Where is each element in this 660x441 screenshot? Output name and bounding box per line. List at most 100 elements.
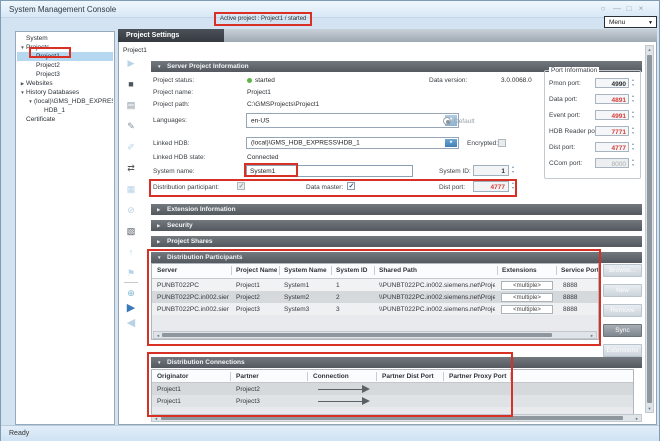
tree-item-history-databases[interactable]: ▼History Databases — [17, 88, 113, 97]
extensions-cell[interactable]: <multiple> — [501, 281, 553, 290]
erase-project-icon[interactable]: ✐ — [122, 141, 140, 154]
data-port-field[interactable]: 4891 — [595, 94, 629, 104]
sync-button[interactable]: Sync — [603, 324, 642, 337]
linked-hdb-dropdown[interactable]: (local)\GMS_HDB_EXPRESS\HDB_1 ▼ — [246, 137, 459, 149]
scroll-right-icon[interactable]: ► — [634, 415, 640, 422]
browse-button[interactable]: Browse... — [603, 264, 642, 277]
scrollbar-thumb[interactable] — [647, 55, 652, 403]
tree-item-projects[interactable]: ▼Projects — [17, 43, 113, 52]
col-header-service-port[interactable]: Service Port — [561, 267, 598, 274]
main-vscrollbar[interactable]: ▲ ▼ — [645, 45, 654, 413]
col-header-originator[interactable]: Originator — [157, 373, 227, 380]
tab-project-settings[interactable]: Project Settings — [118, 29, 224, 42]
new-button[interactable]: New — [603, 284, 642, 297]
activate-icon[interactable]: ▶ — [122, 302, 140, 315]
section-security[interactable]: ▶ Security — [151, 220, 642, 231]
tree-item-hdb-1[interactable]: HDB_1 — [17, 106, 113, 115]
scroll-left-icon[interactable]: ◄ — [153, 415, 159, 422]
extensions-cell[interactable]: <multiple> — [501, 293, 553, 302]
main-hscrollbar[interactable]: ◄ ► — [151, 414, 642, 422]
deactivate-icon[interactable]: ◀ — [122, 317, 140, 330]
spinner-arrows-icon[interactable]: ▲▼ — [510, 181, 516, 192]
section-extension-information[interactable]: ▶ Extension Information — [151, 204, 642, 215]
close-icon[interactable]: × — [635, 3, 647, 14]
remove-button[interactable]: Remove — [603, 304, 642, 317]
tree-item-websites[interactable]: ▶Websites — [17, 79, 113, 88]
scroll-right-icon[interactable]: ► — [589, 332, 595, 339]
tree-item-certificate[interactable]: Certificate — [17, 115, 113, 124]
system-id-spinner[interactable]: 1 — [473, 165, 509, 176]
chevron-down-icon[interactable]: ▼ — [445, 139, 457, 147]
section-distribution-connections[interactable]: ▼ Distribution Connections — [151, 357, 642, 368]
tree-item-local-hdb-express[interactable]: ▼(local)\GMS_HDB_EXPRESS — [17, 97, 113, 106]
spinner-arrows-icon[interactable]: ▲▼ — [630, 126, 636, 137]
add-icon[interactable]: ⊕ — [122, 287, 140, 300]
upload-icon[interactable]: ↑ — [122, 246, 140, 259]
tree-item-project3[interactable]: Project3 — [17, 70, 113, 79]
tree-collapsed-icon[interactable]: ▶ — [19, 79, 26, 88]
upgrade-project-icon[interactable]: ▤ — [122, 99, 140, 112]
spinner-arrows-icon[interactable]: ▲▼ — [630, 142, 636, 153]
tree-expanded-icon[interactable]: ▼ — [27, 97, 34, 106]
col-header-server[interactable]: Server — [157, 267, 229, 274]
event-port-field[interactable]: 4991 — [595, 110, 629, 120]
stop-project-icon[interactable]: ■ — [122, 78, 140, 91]
pmon-port-field[interactable]: 4990 — [595, 78, 629, 88]
col-header-shared-path[interactable]: Shared Path — [379, 267, 495, 274]
encrypted-checkbox[interactable] — [498, 139, 506, 147]
col-header-system-name[interactable]: System Name — [284, 267, 329, 274]
hdb-reader-port-field[interactable]: 7771 — [595, 126, 629, 136]
scrollbar-thumb[interactable] — [161, 416, 623, 420]
scroll-down-icon[interactable]: ▼ — [646, 405, 653, 412]
session-icon[interactable]: ○ — [597, 3, 609, 14]
col-header-extensions[interactable]: Extensions — [502, 267, 554, 274]
col-header-project-name[interactable]: Project Name — [236, 267, 277, 274]
tree-item-project2[interactable]: Project2 — [17, 61, 113, 70]
spinner-arrows-icon[interactable]: ▲▼ — [630, 110, 636, 121]
dist-port-spinner[interactable]: 4777 — [473, 181, 509, 192]
participant-row-3[interactable]: PUNBT022PC.in002.siemens.net Project3 Sy… — [152, 303, 598, 315]
cancel-icon[interactable]: ⊘ — [122, 204, 140, 217]
section-distribution-participants[interactable]: ▼ Distribution Participants — [151, 252, 642, 263]
tree-item-project1[interactable]: Project1 — [17, 52, 113, 61]
minimize-icon[interactable]: — — [611, 3, 623, 14]
col-header-partner[interactable]: Partner — [236, 373, 304, 380]
edit-project-icon[interactable]: ✎ — [122, 120, 140, 133]
save-icon[interactable]: ▦ — [122, 183, 140, 196]
hdb-settings-icon[interactable]: ▧ — [122, 225, 140, 238]
spinner-arrows-icon[interactable]: ▲▼ — [630, 78, 636, 89]
scroll-up-icon[interactable]: ▲ — [646, 46, 653, 53]
connection-row-2[interactable]: Project1 Project3 — [152, 395, 633, 407]
distribution-participant-checkbox[interactable]: ✓ — [237, 182, 245, 190]
participant-row-2[interactable]: PUNBT022PC.in002.siemens.net Project2 Sy… — [152, 291, 598, 303]
tree-item-system[interactable]: System — [17, 34, 113, 43]
menu-dropdown[interactable]: Menu ▼ — [604, 16, 657, 28]
default-language-radio[interactable] — [443, 117, 451, 125]
selected-project-label: Project1 — [123, 47, 147, 55]
participant-row-1[interactable]: PUNBT022PC Project1 System1 1 \\PUNBT022… — [152, 279, 598, 291]
extensions-cell[interactable]: <multiple> — [501, 305, 553, 314]
scroll-left-icon[interactable]: ◄ — [155, 332, 161, 339]
tree-expanded-icon[interactable]: ▼ — [19, 88, 26, 97]
section-project-shares[interactable]: ▶ Project Shares — [151, 236, 642, 247]
languages-dropdown[interactable]: en-US ▼ — [246, 113, 459, 128]
col-header-partner-proxy-port[interactable]: Partner Proxy Port — [449, 373, 509, 380]
connection-row-1[interactable]: Project1 Project2 — [152, 383, 633, 395]
spinner-arrows-icon[interactable]: ▲▼ — [630, 94, 636, 105]
col-header-connection[interactable]: Connection — [313, 373, 373, 380]
maximize-icon[interactable]: □ — [623, 3, 635, 14]
pin-icon[interactable]: ⚑ — [122, 267, 140, 280]
spinner-arrows-icon[interactable]: ▲▼ — [510, 165, 516, 176]
data-master-checkbox[interactable]: ✓ — [347, 182, 355, 190]
dist-port-info-field[interactable]: 4777 — [595, 142, 629, 152]
scrollbar-thumb[interactable] — [162, 333, 552, 337]
start-project-icon[interactable]: ▶ — [122, 57, 140, 70]
col-header-partner-dist-port[interactable]: Partner Dist Port — [382, 373, 440, 380]
system-name-input[interactable] — [246, 165, 413, 177]
section-collapsed-icon: ▶ — [157, 207, 160, 213]
tree-expanded-icon[interactable]: ▼ — [19, 43, 26, 52]
participants-hscrollbar[interactable]: ◄ ► — [153, 331, 597, 339]
link-hdb-icon[interactable]: ⇄ — [122, 162, 140, 175]
col-header-system-id[interactable]: System ID — [336, 267, 372, 274]
extensions-button[interactable]: Extensions — [603, 344, 642, 357]
